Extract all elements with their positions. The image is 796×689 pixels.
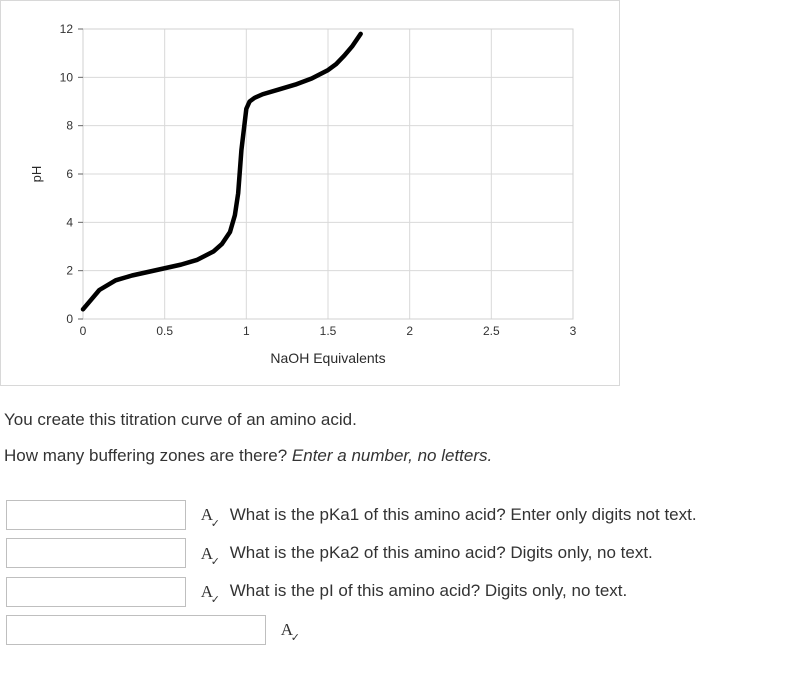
svg-text:0.5: 0.5 xyxy=(156,324,173,338)
question-block: You create this titration curve of an am… xyxy=(0,408,796,648)
svg-text:6: 6 xyxy=(66,167,73,181)
svg-text:2: 2 xyxy=(66,264,73,278)
spellcheck-icon[interactable]: A xyxy=(201,535,213,572)
svg-text:1.5: 1.5 xyxy=(320,324,337,338)
answer-flow: A What is the pKa1 of this amino acid? E… xyxy=(4,496,788,649)
pka2-input[interactable] xyxy=(6,577,186,607)
svg-text:2: 2 xyxy=(406,324,413,338)
chart-svg: 0 0.5 1 1.5 2 2.5 3 0 2 4 6 8 10 12 NaOH Equivalents pH xyxy=(25,19,585,369)
svg-text:pH: pH xyxy=(29,166,44,183)
pi-prompt: What is the pI of this amino acid? Digit… xyxy=(230,581,528,600)
buffer-prompt: How many buffering zones are there? xyxy=(4,446,292,465)
not-text-fragment: not text. xyxy=(636,505,696,524)
spellcheck-icon[interactable]: A xyxy=(201,573,213,610)
svg-text:12: 12 xyxy=(60,22,74,36)
only-no-text-1: only, no text. xyxy=(558,543,653,562)
chart-panel: 0 0.5 1 1.5 2 2.5 3 0 2 4 6 8 10 12 NaOH Equivalents pH xyxy=(0,0,620,386)
pi-input[interactable] xyxy=(6,615,266,645)
svg-text:8: 8 xyxy=(66,119,73,133)
pka1-input[interactable] xyxy=(6,538,186,568)
pka2-prompt: What is the pKa2 of this amino acid? Dig… xyxy=(230,543,553,562)
svg-text:1: 1 xyxy=(243,324,250,338)
buffer-question: How many buffering zones are there? Ente… xyxy=(4,444,788,468)
svg-text:3: 3 xyxy=(570,324,577,338)
intro-text: You create this titration curve of an am… xyxy=(4,408,788,432)
spellcheck-icon[interactable]: A xyxy=(201,496,213,533)
buffer-zones-input[interactable] xyxy=(6,500,186,530)
only-no-text-2: only, no text. xyxy=(532,581,627,600)
svg-text:0: 0 xyxy=(80,324,87,338)
svg-text:10: 10 xyxy=(60,70,74,84)
svg-text:0: 0 xyxy=(66,312,73,326)
titration-chart: 0 0.5 1 1.5 2 2.5 3 0 2 4 6 8 10 12 NaOH Equivalents pH xyxy=(25,19,585,369)
svg-text:2.5: 2.5 xyxy=(483,324,500,338)
svg-text:NaOH Equivalents: NaOH Equivalents xyxy=(270,350,385,366)
spellcheck-icon[interactable]: A xyxy=(281,611,293,648)
svg-text:4: 4 xyxy=(66,215,73,229)
buffer-hint: Enter a number, no letters. xyxy=(292,446,492,465)
pka1-prompt: What is the pKa1 of this amino acid? Ent… xyxy=(230,505,632,524)
